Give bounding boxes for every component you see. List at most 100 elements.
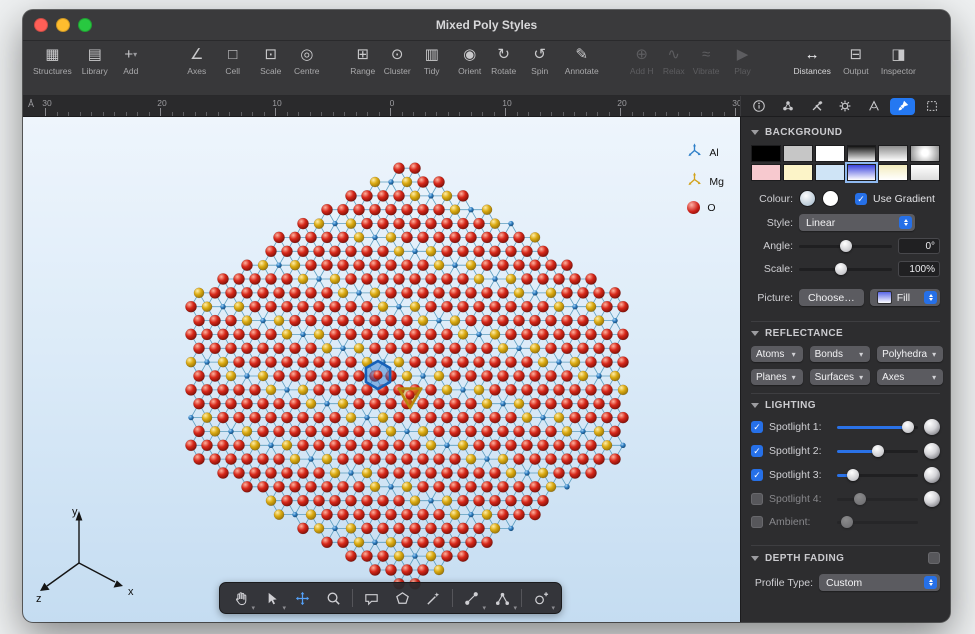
atom-O[interactable] [569, 329, 580, 340]
atom-O[interactable] [513, 315, 524, 326]
atom-Mg[interactable] [610, 371, 620, 381]
atom-Mg[interactable] [442, 496, 452, 506]
atom-O[interactable] [417, 481, 428, 492]
atom-Mg[interactable] [282, 329, 292, 339]
atom-O[interactable] [489, 384, 500, 395]
atom-O[interactable] [513, 260, 524, 271]
atom-O[interactable] [545, 370, 556, 381]
atom-Al[interactable] [436, 318, 441, 323]
atom-O[interactable] [313, 246, 324, 257]
atom-O[interactable] [417, 564, 428, 575]
atom-Mg[interactable] [258, 371, 268, 381]
atom-O[interactable] [449, 287, 460, 298]
atom-O[interactable] [217, 329, 228, 340]
atom-O[interactable] [393, 190, 404, 201]
atom-Al[interactable] [204, 359, 209, 364]
atom-Mg[interactable] [362, 468, 372, 478]
atom-Mg[interactable] [466, 260, 476, 270]
background-swatch[interactable] [751, 164, 781, 181]
spotlight-2-checkbox[interactable] [751, 445, 763, 457]
atom-Mg[interactable] [458, 329, 468, 339]
atom-O[interactable] [281, 412, 292, 423]
atom-Mg[interactable] [498, 454, 508, 464]
atom-O[interactable] [233, 467, 244, 478]
atom-O[interactable] [409, 273, 420, 284]
atom-O[interactable] [441, 273, 452, 284]
atom-O[interactable] [209, 398, 220, 409]
atom-O[interactable] [321, 260, 332, 271]
toolbar-range-button[interactable]: ⊞Range [350, 45, 376, 76]
atom-O[interactable] [185, 384, 196, 395]
slider-knob[interactable] [902, 421, 914, 433]
atom-O[interactable] [297, 412, 308, 423]
atom-O[interactable] [273, 287, 284, 298]
atom-O[interactable] [385, 287, 396, 298]
atom-O[interactable] [521, 246, 532, 257]
atom-Mg[interactable] [554, 413, 564, 423]
atom-O[interactable] [337, 454, 348, 465]
atom-O[interactable] [297, 218, 308, 229]
atom-O[interactable] [337, 232, 348, 243]
atom-Mg[interactable] [562, 426, 572, 436]
atom-O[interactable] [209, 343, 220, 354]
select-tool[interactable]: ▾ [256, 585, 287, 611]
atom-O[interactable] [553, 384, 564, 395]
atom-O[interactable] [465, 398, 476, 409]
atom-O[interactable] [497, 315, 508, 326]
atom-O[interactable] [361, 190, 372, 201]
atom-O[interactable] [313, 384, 324, 395]
atom-O[interactable] [433, 509, 444, 520]
atom-O[interactable] [305, 343, 316, 354]
atom-O[interactable] [321, 315, 332, 326]
toolbar-structures-button[interactable]: ▦Structures [33, 45, 72, 76]
atom-Mg[interactable] [354, 232, 364, 242]
move-tool[interactable] [287, 585, 318, 611]
atom-O[interactable] [609, 398, 620, 409]
atom-O[interactable] [433, 343, 444, 354]
atom-Mg[interactable] [570, 357, 580, 367]
selection-tab[interactable] [919, 98, 944, 115]
atom-O[interactable] [465, 481, 476, 492]
atom-O[interactable] [249, 384, 260, 395]
use-gradient-checkbox[interactable] [855, 193, 867, 205]
atom-O[interactable] [377, 495, 388, 506]
atom-O[interactable] [393, 412, 404, 423]
atom-O[interactable] [289, 315, 300, 326]
slider-knob[interactable] [840, 240, 852, 252]
atom-O[interactable] [313, 467, 324, 478]
atom-O[interactable] [473, 495, 484, 506]
atom-Al[interactable] [276, 263, 281, 268]
atom-O[interactable] [457, 218, 468, 229]
toolbar-add-button[interactable]: +▾Add [118, 45, 144, 76]
ambient-checkbox[interactable] [751, 516, 763, 528]
atom-O[interactable] [561, 343, 572, 354]
atom-Mg[interactable] [458, 440, 468, 450]
atom-Mg[interactable] [434, 371, 444, 381]
atom-O[interactable] [369, 426, 380, 437]
atom-O[interactable] [545, 315, 556, 326]
atom-O[interactable] [489, 301, 500, 312]
atom-O[interactable] [433, 176, 444, 187]
atom-O[interactable] [489, 467, 500, 478]
atom-O[interactable] [233, 273, 244, 284]
atom-O[interactable] [377, 329, 388, 340]
atom-Mg[interactable] [466, 454, 476, 464]
atom-O[interactable] [481, 260, 492, 271]
atom-Al[interactable] [292, 512, 297, 517]
atom-O[interactable] [441, 329, 452, 340]
slider-knob[interactable] [854, 493, 866, 505]
atom-O[interactable] [409, 440, 420, 451]
atom-O[interactable] [353, 481, 364, 492]
atom-O[interactable] [457, 357, 468, 368]
atom-O[interactable] [617, 301, 628, 312]
tools-tab[interactable] [804, 98, 829, 115]
atom-O[interactable] [553, 273, 564, 284]
atom-O[interactable] [417, 232, 428, 243]
atom-O[interactable] [273, 481, 284, 492]
atom-O[interactable] [265, 273, 276, 284]
atom-Al[interactable] [468, 207, 473, 212]
atom-Mg[interactable] [242, 426, 252, 436]
atom-O[interactable] [281, 357, 292, 368]
atom-O[interactable] [537, 246, 548, 257]
atom-Mg[interactable] [450, 510, 460, 520]
